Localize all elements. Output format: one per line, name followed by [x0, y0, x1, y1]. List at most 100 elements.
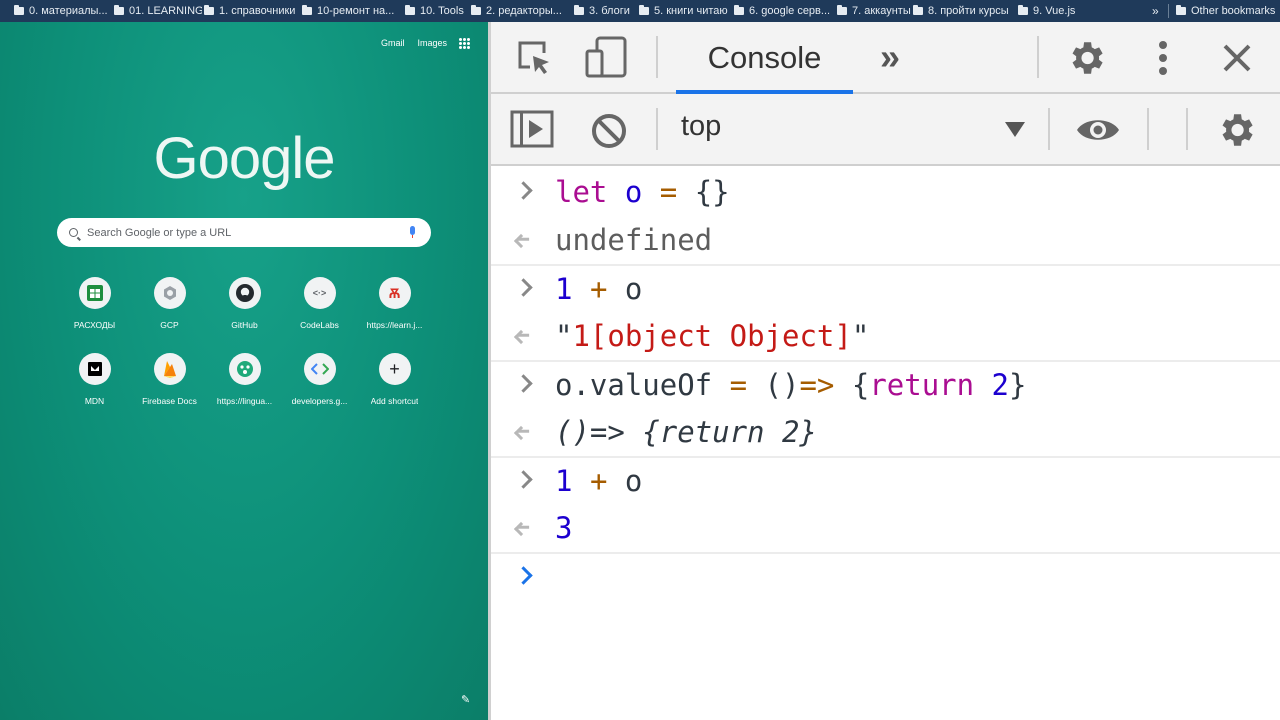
shortcut-tile[interactable]: Ѫ https://learn.j...: [357, 277, 432, 330]
shortcuts-grid: РАСХОДЫ GCP GitHub <·> CodeLabs Ѫ https:…: [57, 277, 431, 406]
search-box[interactable]: [57, 218, 431, 247]
console-output: let o = {} undefined 1 + o "1[object Object…: [491, 168, 1280, 600]
console-prompt[interactable]: [491, 552, 1280, 600]
tab-console[interactable]: Console: [676, 22, 853, 94]
shortcut-tile[interactable]: GCP: [132, 277, 207, 330]
settings-gear-icon[interactable]: [1064, 36, 1108, 80]
result-arrow-icon: [491, 504, 555, 552]
devtools-main-toolbar: Console »: [491, 22, 1280, 94]
shortcut-tile[interactable]: GitHub: [207, 277, 282, 330]
console-settings-gear-icon[interactable]: [1214, 108, 1258, 152]
close-icon[interactable]: [1217, 38, 1257, 78]
clear-console-icon[interactable]: [587, 109, 631, 153]
plus-icon: +: [378, 353, 411, 385]
folder-icon: [1018, 5, 1028, 15]
console-input-line: o.valueOf = ()=> {return 2}: [491, 360, 1280, 408]
toolbar-separator: [1186, 108, 1188, 150]
search-icon: [69, 228, 78, 237]
active-prompt-chevron-icon: [491, 553, 555, 601]
shortcut-label: https://learn.j...: [366, 320, 423, 330]
bookmark-folder[interactable]: 1. справочники: [204, 0, 296, 22]
customize-pencil-icon[interactable]: ✎: [461, 693, 470, 706]
sidebar-toggle-icon[interactable]: [509, 109, 555, 149]
bookmark-folder[interactable]: 10. Tools: [405, 0, 467, 22]
folder-icon: [14, 5, 24, 15]
toolbar-separator: [1037, 36, 1039, 78]
shortcut-tile[interactable]: MDN: [57, 353, 132, 406]
bookmark-folder[interactable]: 3. блоги: [574, 0, 644, 22]
apps-grid-icon[interactable]: [459, 38, 470, 49]
console-input-line: let o = {}: [491, 168, 1280, 216]
shortcut-tile[interactable]: developers.g...: [282, 353, 357, 406]
prompt-chevron-icon: [491, 457, 555, 505]
console-result-line: undefined: [491, 216, 1280, 264]
result-arrow-icon: [491, 216, 555, 264]
ntp-top-links: Gmail Images: [381, 38, 447, 48]
bookmark-folder[interactable]: 01. LEARNING: [114, 0, 202, 22]
google-developers-icon: [303, 353, 336, 385]
gmail-link[interactable]: Gmail: [381, 38, 405, 48]
bookmark-folder[interactable]: 6. google серв...: [734, 0, 830, 22]
firebase-icon: [153, 353, 186, 385]
bookmark-folder[interactable]: 0. материалы...: [14, 0, 114, 22]
shortcut-tile[interactable]: РАСХОДЫ: [57, 277, 132, 330]
toolbar-separator: [656, 108, 658, 150]
live-expression-eye-icon[interactable]: [1074, 110, 1122, 150]
more-tabs-icon[interactable]: »: [869, 34, 911, 80]
search-input[interactable]: [87, 226, 387, 239]
folder-icon: [734, 5, 744, 15]
github-icon: [228, 277, 261, 309]
prompt-chevron-icon: [491, 265, 555, 313]
console-code[interactable]: 1 + o: [555, 272, 642, 306]
shortcut-tile[interactable]: <·> CodeLabs: [282, 277, 357, 330]
toolbar-separator: [656, 36, 658, 78]
shortcut-label: GitHub: [231, 320, 258, 330]
console-result-line: "1[object Object]": [491, 312, 1280, 360]
toolbar-separator: [1147, 108, 1149, 150]
shortcut-tile[interactable]: Firebase Docs: [132, 353, 207, 406]
bookmark-folder[interactable]: 10-ремонт на...: [302, 0, 396, 22]
console-toolbar: top: [491, 94, 1280, 166]
bookmarks-separator: [1168, 4, 1169, 18]
learn-icon: Ѫ: [378, 277, 411, 309]
other-bookmarks[interactable]: Other bookmarks: [1176, 0, 1280, 22]
shortcut-label: GCP: [160, 320, 179, 330]
console-code[interactable]: 1 + o: [555, 464, 642, 498]
bookmark-folder[interactable]: 5. книги читаю: [639, 0, 735, 22]
images-link[interactable]: Images: [418, 38, 448, 48]
bookmark-folder[interactable]: 7. аккаунты: [837, 0, 917, 22]
shortcut-label: Add shortcut: [370, 396, 419, 406]
sheets-icon: [78, 277, 111, 309]
dropdown-arrow-icon[interactable]: [1005, 122, 1025, 137]
context-selector[interactable]: top: [681, 110, 721, 143]
microphone-icon[interactable]: [410, 226, 415, 238]
console-result-line: ()=> {return 2}: [491, 408, 1280, 456]
shortcut-tile[interactable]: + Add shortcut: [357, 353, 432, 406]
folder-icon: [574, 5, 584, 15]
devtools-panel: Console » top let o = {} undefined 1 + o…: [491, 22, 1280, 720]
folder-icon: [405, 5, 415, 15]
bookmark-folder[interactable]: 8. пройти курсы: [913, 0, 1013, 22]
console-code: "1[object Object]": [555, 319, 870, 353]
mdn-icon: [78, 353, 111, 385]
prompt-chevron-icon: [491, 361, 555, 409]
bookmarks-bar: 0. материалы... 01. LEARNING 1. справочн…: [0, 0, 1280, 22]
shortcut-tile[interactable]: https://lingua...: [207, 353, 282, 406]
folder-icon: [204, 5, 214, 15]
bookmarks-overflow-button[interactable]: »: [1152, 0, 1159, 22]
prompt-chevron-icon: [491, 168, 555, 216]
lingualeo-icon: [228, 353, 261, 385]
codelabs-icon: <·>: [303, 277, 336, 309]
new-tab-page: Gmail Images Google РАСХОДЫ GCP GitHub <…: [0, 22, 488, 720]
bookmark-folder[interactable]: 2. редакторы...: [471, 0, 567, 22]
bookmark-folder[interactable]: 9. Vue.js: [1018, 0, 1078, 22]
device-toolbar-icon[interactable]: [583, 34, 629, 80]
shortcut-label: https://lingua...: [216, 396, 273, 406]
kebab-menu-icon[interactable]: [1151, 36, 1175, 80]
folder-icon: [471, 5, 481, 15]
inspect-element-icon[interactable]: [513, 36, 555, 78]
console-code[interactable]: let o = {}: [555, 175, 730, 209]
folder-icon: [302, 5, 312, 15]
console-code[interactable]: o.valueOf = ()=> {return 2}: [555, 368, 1026, 402]
console-input-line: 1 + o: [491, 456, 1280, 504]
